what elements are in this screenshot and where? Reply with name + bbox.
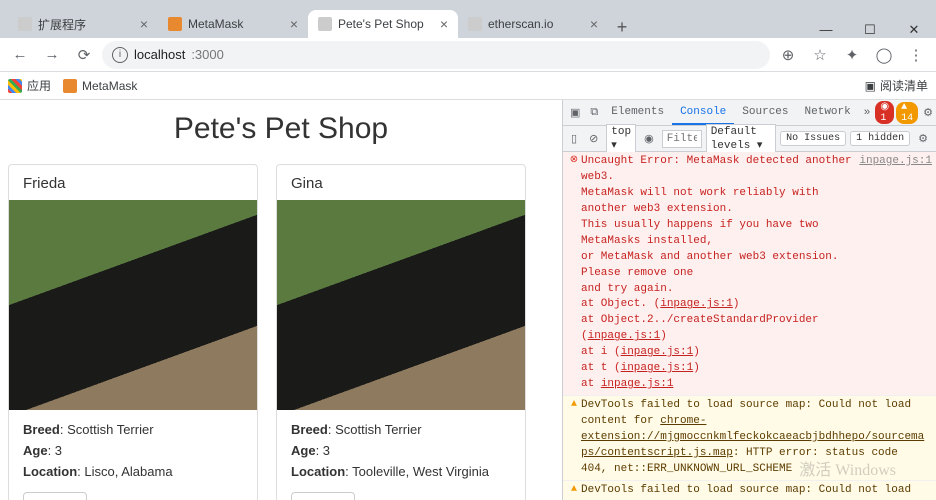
tab-label: MetaMask (188, 17, 284, 31)
browser-tabstrip: 扩展程序 × MetaMask × Pete's Pet Shop × ethersc… (0, 8, 936, 38)
tab-network[interactable]: Network (797, 100, 859, 125)
tab-elements[interactable]: Elements (603, 100, 672, 125)
close-icon[interactable]: × (140, 16, 148, 32)
no-issues-pill[interactable]: No Issues (780, 131, 846, 146)
browser-tab[interactable]: etherscan.io × (458, 10, 608, 38)
url-host: localhost (134, 47, 185, 62)
apps-icon (8, 79, 22, 93)
close-icon[interactable]: × (290, 16, 298, 32)
minimize-icon[interactable]: ― (804, 22, 848, 38)
tab-sources[interactable]: Sources (734, 100, 796, 125)
pet-photo (9, 200, 257, 410)
devtools-panel: ▣ ⧉ Elements Console Sources Network » ◉… (562, 100, 936, 500)
tab-label: Pete's Pet Shop (338, 17, 434, 31)
warn-count-badge[interactable]: ▲ 14 (896, 102, 918, 124)
bookmarks-bar: 应用 MetaMask ▣ 阅读清单 (0, 72, 936, 100)
page-content: Pete's Pet Shop Frieda Breed: Scottish Te… (0, 100, 562, 500)
forward-button[interactable]: → (38, 41, 66, 69)
new-tab-button[interactable]: + (608, 17, 636, 38)
window-titlebar (0, 0, 936, 8)
adopt-button[interactable]: Adopt (23, 492, 87, 500)
eye-icon[interactable]: ◉ (640, 132, 658, 146)
reading-list-button[interactable]: ▣ 阅读清单 (865, 77, 928, 94)
devtools-tabs: ▣ ⧉ Elements Console Sources Network » ◉… (563, 100, 936, 126)
pet-card: Frieda Breed: Scottish TerrierAge: 3Locat… (8, 164, 258, 500)
console-error-row[interactable]: ⊗Uncaught Error: MetaMask detected anoth… (563, 152, 936, 396)
window-controls: ― ☐ ✕ (804, 22, 936, 38)
hidden-pill[interactable]: 1 hidden (850, 131, 910, 146)
settings-icon[interactable]: ⚙ (918, 106, 936, 120)
tab-favicon (318, 17, 332, 31)
context-selector[interactable]: top ▾ (606, 124, 636, 154)
filter-input[interactable] (662, 130, 702, 148)
reload-button[interactable]: ⟳ (70, 41, 98, 69)
browser-tab-active[interactable]: Pete's Pet Shop × (308, 10, 458, 38)
page-title: Pete's Pet Shop (8, 112, 554, 146)
clear-console-icon[interactable]: ⊘ (585, 132, 602, 146)
error-count-badge[interactable]: ◉ 1 (875, 101, 894, 124)
browser-toolbar: ← → ⟳ i localhost :3000 ⊕ ☆ ✦ ◯ ⋮ (0, 38, 936, 72)
tab-label: etherscan.io (488, 17, 584, 31)
pet-name: Gina (277, 165, 525, 200)
tab-console[interactable]: Console (672, 100, 734, 125)
device-toggle-icon[interactable]: ⧉ (585, 107, 603, 119)
more-tabs-icon[interactable]: » (859, 107, 876, 119)
url-path: :3000 (191, 47, 224, 62)
tab-favicon (168, 17, 182, 31)
site-info-icon[interactable]: i (112, 47, 128, 63)
tab-favicon (18, 17, 32, 31)
pet-card: Gina Breed: Scottish TerrierAge: 3Locatio… (276, 164, 526, 500)
close-icon[interactable]: × (440, 16, 448, 32)
pet-meta: Breed: Scottish TerrierAge: 3Location: L… (9, 410, 257, 492)
profile-icon[interactable]: ◯ (870, 41, 898, 69)
console-log[interactable]: ⊗Uncaught Error: MetaMask detected anoth… (563, 152, 936, 500)
extensions-icon[interactable]: ✦ (838, 41, 866, 69)
close-window-icon[interactable]: ✕ (892, 22, 936, 38)
browser-tab[interactable]: 扩展程序 × (8, 10, 158, 38)
console-warn-row[interactable]: ▲DevTools failed to load source map: Cou… (563, 481, 936, 500)
levels-selector[interactable]: Default levels ▾ (706, 124, 776, 154)
pet-meta: Breed: Scottish TerrierAge: 3Location: T… (277, 410, 525, 492)
tab-favicon (468, 17, 482, 31)
inspect-icon[interactable]: ▣ (565, 106, 585, 120)
adopt-button[interactable]: Adopt (291, 492, 355, 500)
translate-icon[interactable]: ⊕ (774, 41, 802, 69)
maximize-icon[interactable]: ☐ (848, 22, 892, 38)
close-icon[interactable]: × (590, 16, 598, 32)
back-button[interactable]: ← (6, 41, 34, 69)
pet-photo (277, 200, 525, 410)
console-toolbar: ▯ ⊘ top ▾ ◉ Default levels ▾ No Issues 1… (563, 126, 936, 152)
address-bar[interactable]: i localhost :3000 (102, 41, 770, 69)
star-icon[interactable]: ☆ (806, 41, 834, 69)
console-warn-row[interactable]: ▲DevTools failed to load source map: Cou… (563, 396, 936, 481)
gear-icon[interactable]: ⚙ (914, 132, 932, 146)
tab-label: 扩展程序 (38, 16, 134, 33)
pet-name: Frieda (9, 165, 257, 200)
metamask-bookmark[interactable]: MetaMask (63, 79, 137, 93)
apps-bookmark[interactable]: 应用 (8, 77, 51, 94)
menu-icon[interactable]: ⋮ (902, 41, 930, 69)
browser-tab[interactable]: MetaMask × (158, 10, 308, 38)
metamask-icon (63, 79, 77, 93)
sidebar-toggle-icon[interactable]: ▯ (567, 132, 581, 146)
